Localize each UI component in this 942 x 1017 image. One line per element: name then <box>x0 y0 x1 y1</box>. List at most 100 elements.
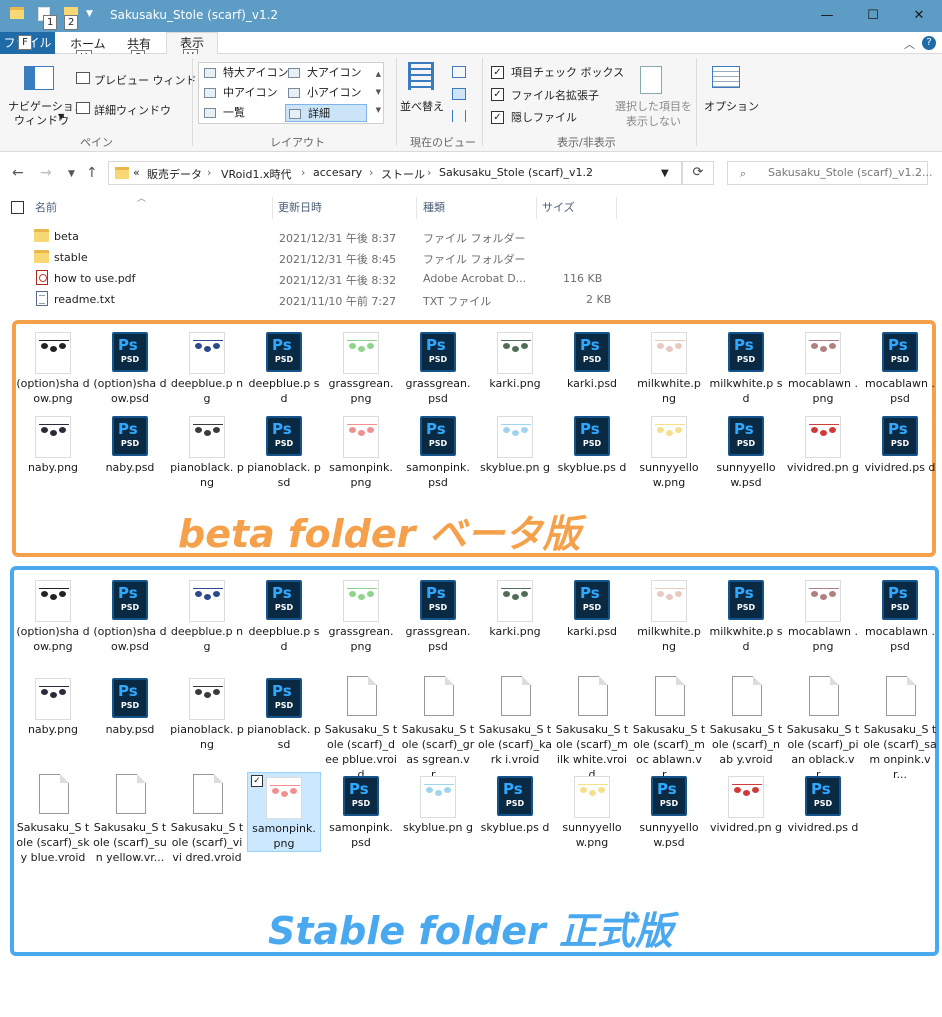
layout-medium-icons[interactable]: 中アイコン <box>201 84 277 102</box>
file-tile[interactable]: pianoblack. png <box>170 412 244 490</box>
file-tile[interactable]: Ps PSD pianoblack. psd <box>247 674 321 752</box>
column-separator[interactable] <box>536 197 537 219</box>
file-tile[interactable]: vividred.pn g <box>709 772 783 835</box>
file-row[interactable]: stable 2021/12/31 午後 8:45 ファイル フォルダー <box>0 248 942 269</box>
navigation-pane-icon[interactable] <box>24 66 54 90</box>
file-tile[interactable]: Ps PSD grassgrean. psd <box>401 576 475 654</box>
file-tile[interactable]: mocablawn .png <box>786 328 860 406</box>
details-pane-button[interactable]: 詳細ウィンドウ <box>94 102 171 118</box>
file-tile[interactable]: (option)sha dow.png <box>16 576 90 654</box>
file-tile[interactable]: ✓ samonpink. png <box>247 772 321 852</box>
up-arrow-icon[interactable]: ↑ <box>86 165 98 181</box>
preview-pane-button[interactable]: プレビュー ウィンドウ <box>94 72 208 88</box>
breadcrumb-item[interactable]: VRoid1.x時代 <box>221 166 291 182</box>
file-tile[interactable]: Sakusaku_S tole (scarf)_sky blue.vroid <box>16 772 90 865</box>
file-tile[interactable]: Sakusaku_S tole (scarf)_milk white.vroid <box>555 674 629 782</box>
file-tile[interactable]: sunnyyello w.png <box>632 412 706 490</box>
file-tile[interactable]: Ps PSD (option)sha dow.psd <box>93 576 167 654</box>
back-arrow-icon[interactable]: ← <box>12 165 24 181</box>
file-tile[interactable]: Ps PSD vividred.ps d <box>863 412 937 475</box>
file-tile[interactable]: Sakusaku_S tole (scarf)_kark i.vroid <box>478 674 552 767</box>
file-tile[interactable]: pianoblack. png <box>170 674 244 752</box>
column-date[interactable]: 更新日時 <box>278 199 322 215</box>
minimize-button[interactable]: — <box>804 0 850 32</box>
file-tile[interactable]: Ps PSD samonpink. psd <box>401 412 475 490</box>
file-tile[interactable]: Ps PSD sunnyyello w.psd <box>709 412 783 490</box>
file-tile[interactable]: (option)sha dow.png <box>16 328 90 406</box>
options-button[interactable]: オプション <box>704 98 759 114</box>
file-tile[interactable]: Ps PSD deepblue.p sd <box>247 576 321 654</box>
item-checkbox-toggle[interactable]: ✓ <box>491 66 504 79</box>
file-tile[interactable]: samonpink. png <box>324 412 398 490</box>
column-separator[interactable] <box>272 197 273 219</box>
breadcrumb-item[interactable]: ストール <box>381 166 425 182</box>
file-tile[interactable]: grassgrean. png <box>324 328 398 406</box>
file-row[interactable]: how to use.pdf 2021/12/31 午後 8:32 Adobe … <box>0 269 942 290</box>
file-tile[interactable]: vividred.pn g <box>786 412 860 475</box>
file-tile[interactable]: grassgrean. png <box>324 576 398 654</box>
group-by-icon[interactable] <box>452 66 466 78</box>
file-tile[interactable]: naby.png <box>16 412 90 475</box>
file-row[interactable]: beta 2021/12/31 午後 8:37 ファイル フォルダー <box>0 227 942 248</box>
address-dropdown-chevron-icon[interactable]: ▼ <box>661 168 669 179</box>
file-tile[interactable]: deepblue.p ng <box>170 328 244 406</box>
layout-details[interactable]: 詳細 <box>285 104 367 122</box>
file-tile[interactable]: Sakusaku_S tole (scarf)_nab y.vroid <box>709 674 783 767</box>
file-tile[interactable]: skyblue.pn g <box>401 772 475 835</box>
file-tile[interactable]: Sakusaku_S tole (scarf)_pian oblack.vr..… <box>786 674 860 782</box>
layout-small-icons[interactable]: 小アイコン <box>285 84 361 102</box>
breadcrumb-item[interactable]: Sakusaku_Stole (scarf)_v1.2 <box>439 166 593 179</box>
breadcrumb-item[interactable]: 販売データ <box>147 166 202 182</box>
file-tile[interactable]: Ps PSD milkwhite.p sd <box>709 576 783 654</box>
breadcrumb-item[interactable]: accesary <box>313 166 362 179</box>
column-type[interactable]: 種類 <box>423 199 445 215</box>
file-tile[interactable]: Ps PSD milkwhite.p sd <box>709 328 783 406</box>
file-tile[interactable]: Ps PSD sunnyyello w.psd <box>632 772 706 850</box>
column-separator[interactable] <box>616 197 617 219</box>
file-tile[interactable]: deepblue.p ng <box>170 576 244 654</box>
breadcrumb-overflow[interactable]: « <box>133 166 140 179</box>
file-tile[interactable]: Ps PSD skyblue.ps d <box>555 412 629 475</box>
file-tile[interactable]: skyblue.pn g <box>478 412 552 475</box>
item-checkbox[interactable]: ✓ <box>251 775 263 787</box>
file-tile[interactable]: Ps PSD naby.psd <box>93 412 167 475</box>
hidden-files-toggle[interactable]: ✓ <box>491 111 504 124</box>
column-separator[interactable] <box>416 197 417 219</box>
recent-chevron-icon[interactable]: ▼ <box>68 169 75 179</box>
file-tile[interactable]: Sakusaku_S tole (scarf)_sam onpink.vr... <box>863 674 937 782</box>
size-columns-icon[interactable] <box>452 110 466 122</box>
sort-button[interactable]: 並べ替え <box>400 98 444 114</box>
select-all-checkbox[interactable] <box>11 201 24 214</box>
file-tile[interactable]: Ps PSD (option)sha dow.psd <box>93 328 167 406</box>
maximize-button[interactable]: ☐ <box>850 0 896 32</box>
file-tile[interactable]: milkwhite.p ng <box>632 576 706 654</box>
file-tile[interactable]: Ps PSD karki.psd <box>555 328 629 391</box>
hide-selected-button-line2[interactable]: 表示しない <box>626 113 681 129</box>
search-box[interactable]: ⌕ Sakusaku_Stole (scarf)_v1.2... <box>727 161 933 185</box>
file-tile[interactable]: Ps PSD mocablawn .psd <box>863 576 937 654</box>
file-tile[interactable]: sunnyyello w.png <box>555 772 629 850</box>
address-bar[interactable]: « 販売データ › VRoid1.x時代 › accesary › ストール ›… <box>108 161 682 185</box>
column-size[interactable]: サイズ <box>542 199 575 215</box>
column-name[interactable]: 名前 <box>35 199 57 215</box>
file-tile[interactable]: Ps PSD vividred.ps d <box>786 772 860 835</box>
file-tile[interactable]: Sakusaku_S tole (scarf)_moc ablawn.vr... <box>632 674 706 782</box>
file-tile[interactable]: Ps PSD mocablawn .psd <box>863 328 937 406</box>
file-ext-toggle[interactable]: ✓ <box>491 88 504 101</box>
file-tile[interactable]: Sakusaku_S tole (scarf)_dee pblue.vroid <box>324 674 398 782</box>
chevron-up-icon[interactable]: ︿ <box>904 36 915 52</box>
close-button[interactable]: ✕ <box>896 0 942 32</box>
file-tile[interactable]: milkwhite.p ng <box>632 328 706 406</box>
file-tile[interactable]: karki.png <box>478 328 552 391</box>
file-tile[interactable]: Ps PSD naby.psd <box>93 674 167 737</box>
layout-scroll-arrows[interactable]: ▲ ▼ ▼ <box>376 65 381 119</box>
file-tile[interactable]: Ps PSD deepblue.p sd <box>247 328 321 406</box>
layout-extra-large-icons[interactable]: 特大アイコン <box>201 64 288 82</box>
layout-large-icons[interactable]: 大アイコン <box>285 64 361 82</box>
file-tile[interactable]: Ps PSD karki.psd <box>555 576 629 639</box>
forward-arrow-icon[interactable]: → <box>40 165 52 181</box>
layout-list[interactable]: 一覧 <box>201 104 245 122</box>
file-tile[interactable]: Sakusaku_S tole (scarf)_sun yellow.vr... <box>93 772 167 865</box>
refresh-button[interactable]: ⟳ <box>682 161 714 185</box>
chevron-down-icon[interactable]: ▼ <box>86 9 93 19</box>
